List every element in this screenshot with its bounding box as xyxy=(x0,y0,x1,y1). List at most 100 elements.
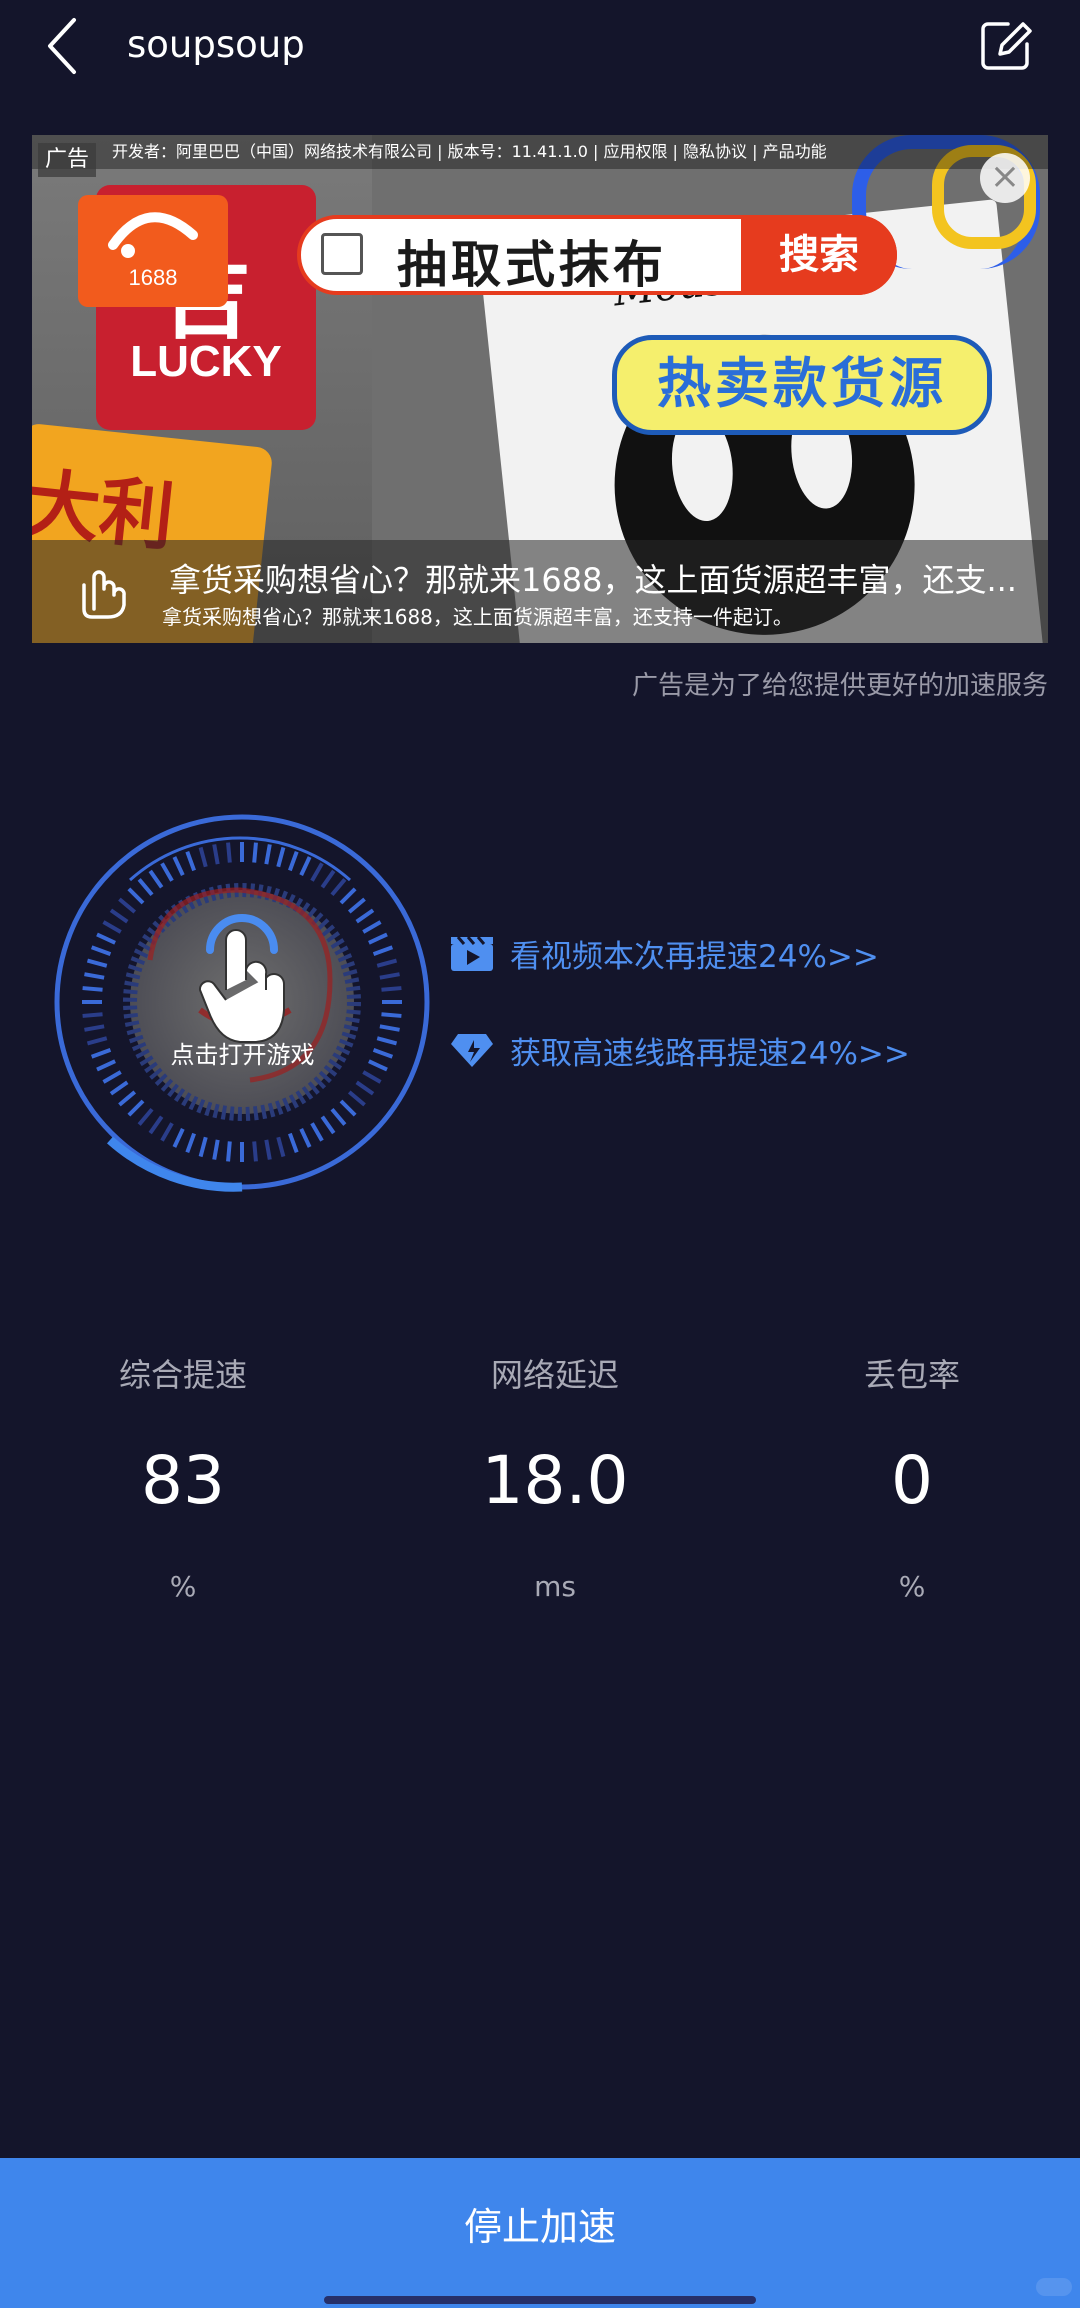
gauge-tick xyxy=(90,1048,112,1059)
gauge-tick xyxy=(137,1107,154,1126)
gauge-tick xyxy=(310,862,324,882)
gauge-tick xyxy=(355,1080,375,1096)
gauge-tick xyxy=(82,1012,103,1018)
stat-unit-packet-loss: % xyxy=(898,1570,926,1603)
gauge-tick xyxy=(226,842,232,863)
gauge-tick xyxy=(372,1048,394,1059)
gauge-tick xyxy=(288,850,299,872)
edit-square-icon xyxy=(981,22,1032,70)
gauge-tick xyxy=(82,986,103,992)
open-game-button[interactable] xyxy=(50,810,435,1195)
gauge-tick xyxy=(381,1012,402,1018)
gauge-tick xyxy=(362,920,382,934)
gauge-tick xyxy=(376,958,398,968)
gauge-tick xyxy=(137,878,154,897)
ad-developer-info[interactable]: 开发者：阿里巴巴（中国）网络技术有限公司 | 版本号：11.41.1.0 | 应… xyxy=(32,135,1048,169)
gauge-tick xyxy=(198,1136,208,1158)
gauge-tick xyxy=(185,850,196,872)
gauge-tick xyxy=(96,1059,116,1072)
gauge-tick xyxy=(198,846,208,868)
gauge-tick xyxy=(172,856,185,876)
ad-search-bar[interactable]: 抽取式抹布 搜索 xyxy=(297,215,897,295)
ad-banner[interactable]: 吉 LUCKY 1688 大利 Mouse 抽取式抹布 搜索 热卖款货源 开发者… xyxy=(32,135,1048,643)
back-button[interactable] xyxy=(40,14,96,78)
gauge-tick xyxy=(264,844,272,865)
gauge-tick xyxy=(118,897,137,914)
gauge-tick xyxy=(368,932,388,945)
gauge-tick xyxy=(84,1024,105,1032)
gauge-tick xyxy=(127,1099,145,1117)
gauge-tick xyxy=(320,1115,336,1135)
diamond-icon xyxy=(451,1034,493,1067)
stat-value-packet-loss: 0 xyxy=(891,1442,933,1519)
gauge-tick xyxy=(212,1139,220,1160)
gauge-tick xyxy=(347,897,366,914)
high-speed-route-promo-label: 获取高速线路再提速24%>> xyxy=(510,1036,910,1072)
stat-label-packet-loss: 丢包率 xyxy=(863,1356,960,1394)
gauge-tick xyxy=(372,945,394,956)
ad-close-button[interactable]: × xyxy=(980,153,1030,203)
gauge-tick xyxy=(276,846,286,868)
gauge-tick xyxy=(339,887,357,905)
gauge-tick xyxy=(90,945,112,956)
gauge-tick xyxy=(339,1099,357,1117)
ad-1688-logo: 1688 xyxy=(78,195,228,307)
gauge-tick xyxy=(118,1090,137,1107)
ad-badge: 广告 xyxy=(38,143,96,177)
page-title: soupsoup xyxy=(127,23,305,66)
gauge-tick xyxy=(288,1132,299,1154)
gauge-tick xyxy=(109,1080,129,1096)
gauge-tick xyxy=(102,920,122,934)
stat-unit-latency: ms xyxy=(534,1570,576,1603)
gauge-tick xyxy=(320,869,336,889)
ad-search-text: 抽取式抹布 xyxy=(397,236,667,294)
ad-logo-text: 1688 xyxy=(128,265,178,290)
gauge-tick xyxy=(86,958,108,968)
gauge-tick xyxy=(310,1122,324,1142)
gauge-tick xyxy=(355,908,375,924)
stat-value-latency: 18.0 xyxy=(481,1442,629,1519)
speed-gauge xyxy=(54,814,430,1192)
ad-lucky-text: LUCKY xyxy=(130,337,282,386)
gauge-tick xyxy=(264,1139,272,1160)
gauge-tick xyxy=(160,862,174,882)
edit-button[interactable] xyxy=(978,18,1034,74)
gauge-tick xyxy=(376,1036,398,1046)
gauge-tick xyxy=(148,869,164,889)
gauge-tick xyxy=(379,972,400,980)
gauge-tick xyxy=(127,887,145,905)
ad-search-button[interactable]: 搜索 xyxy=(741,215,897,295)
ad-hot-label: 热卖款货源 xyxy=(612,335,992,435)
ad-caption-title: 拿货采购想省心？那就来1688，这上面货源超丰富，还支... xyxy=(169,561,1017,599)
gauge-tick xyxy=(172,1128,185,1148)
stop-acceleration-button[interactable]: 停止加速 xyxy=(0,2158,1080,2308)
gauge-tick xyxy=(84,972,105,980)
gauge-tick xyxy=(330,1107,347,1126)
gauge-tick xyxy=(299,1128,312,1148)
gauge-tick xyxy=(185,1132,196,1154)
gauge-tick xyxy=(299,856,312,876)
chevron-left-icon xyxy=(48,18,76,74)
gauge-tick xyxy=(148,1115,164,1135)
gauge-tick xyxy=(368,1059,388,1072)
scan-icon xyxy=(321,233,363,275)
gauge-tick xyxy=(330,878,347,897)
gauge-tick xyxy=(86,1036,108,1046)
stat-unit-speedup: % xyxy=(169,1570,197,1603)
stat-label-latency: 网络延迟 xyxy=(490,1356,619,1394)
ad-caption-subtitle: 拿货采购想省心？那就来1688，这上面货源超丰富，还支持一件起订。 xyxy=(162,605,793,629)
gauge-tick xyxy=(362,1070,382,1084)
gauge-tick xyxy=(252,842,258,863)
video-clapper-icon xyxy=(451,936,493,971)
gauge-tick xyxy=(276,1136,286,1158)
gauge-tick xyxy=(226,1141,232,1162)
watch-video-promo-label: 看视频本次再提速24%>> xyxy=(510,939,879,975)
home-indicator[interactable] xyxy=(324,2296,756,2304)
gauge-label: 点击打开游戏 xyxy=(170,1041,315,1069)
gauge-tick xyxy=(96,932,116,945)
gauge-tick xyxy=(379,1024,400,1032)
gauge-tick xyxy=(212,844,220,865)
gauge-tick xyxy=(102,1070,122,1084)
gauge-tick xyxy=(381,986,402,992)
gauge-tick xyxy=(109,908,129,924)
